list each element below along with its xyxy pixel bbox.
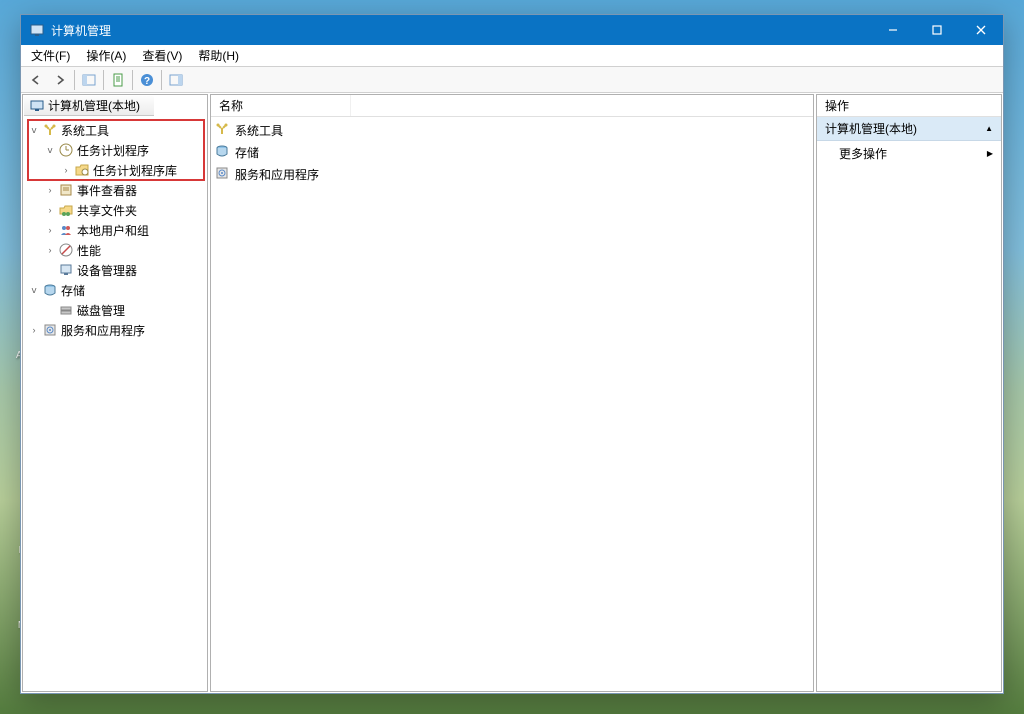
expander-icon[interactable]: ⅴ bbox=[27, 123, 41, 137]
node-label: 任务计划程序 bbox=[77, 142, 149, 159]
shared-folder-icon bbox=[58, 202, 74, 218]
show-hide-tree-button[interactable] bbox=[78, 69, 100, 91]
tree-node-local-users[interactable]: › 本地用户和组 bbox=[23, 220, 207, 240]
tree-node-performance[interactable]: › 性能 bbox=[23, 240, 207, 260]
properties-button[interactable] bbox=[107, 69, 129, 91]
performance-icon bbox=[58, 242, 74, 258]
tree-node-device-manager[interactable]: › 设备管理器 bbox=[23, 260, 207, 280]
tree-node-event-viewer[interactable]: › 事件查看器 bbox=[23, 180, 207, 200]
toolbar: ? bbox=[21, 67, 1003, 93]
tree-body: ⅴ 系统工具 ⅴ 任务计划程序 › 任务计划程序库 bbox=[23, 116, 207, 691]
node-label: 共享文件夹 bbox=[77, 202, 137, 219]
tools-icon bbox=[42, 122, 58, 138]
toolbar-separator bbox=[103, 70, 104, 90]
close-button[interactable] bbox=[959, 15, 1003, 45]
node-label: 服务和应用程序 bbox=[61, 322, 145, 339]
tree-pane: 计算机管理(本地) ⅴ 系统工具 ⅴ 任务计划程序 bbox=[22, 94, 208, 692]
tree-node-task-scheduler-library[interactable]: › 任务计划程序库 bbox=[23, 160, 207, 180]
toolbar-separator bbox=[132, 70, 133, 90]
node-label: 系统工具 bbox=[61, 122, 109, 139]
tree-node-shared-folders[interactable]: › 共享文件夹 bbox=[23, 200, 207, 220]
tree-root-label: 计算机管理(本地) bbox=[48, 97, 140, 114]
expander-icon[interactable]: › bbox=[43, 223, 57, 237]
list-item-system-tools[interactable]: 系统工具 bbox=[211, 119, 813, 141]
list-item-label: 存储 bbox=[235, 144, 259, 161]
node-label: 性能 bbox=[77, 242, 101, 259]
menubar: 文件(F) 操作(A) 查看(V) 帮助(H) bbox=[21, 45, 1003, 67]
expander-icon[interactable]: › bbox=[27, 323, 41, 337]
actions-group-label: 计算机管理(本地) bbox=[825, 120, 917, 137]
list-pane: 名称 系统工具 存储 服务和应用程序 bbox=[210, 94, 814, 692]
node-label: 任务计划程序库 bbox=[93, 162, 177, 179]
collapse-up-icon[interactable]: ▲ bbox=[985, 124, 993, 133]
expander-icon[interactable]: › bbox=[59, 163, 73, 177]
svg-text:?: ? bbox=[144, 76, 150, 87]
tools-icon bbox=[215, 122, 231, 138]
window-title: 计算机管理 bbox=[51, 22, 871, 39]
help-button[interactable]: ? bbox=[136, 69, 158, 91]
device-icon bbox=[58, 262, 74, 278]
actions-more[interactable]: 更多操作 ▶ bbox=[817, 141, 1001, 166]
actions-header: 操作 bbox=[817, 95, 1001, 117]
computer-icon bbox=[30, 99, 44, 113]
list-item-label: 系统工具 bbox=[235, 122, 283, 139]
tree-node-system-tools[interactable]: ⅴ 系统工具 bbox=[23, 120, 207, 140]
expander-icon[interactable]: › bbox=[43, 203, 57, 217]
content-area: 计算机管理(本地) ⅴ 系统工具 ⅴ 任务计划程序 bbox=[21, 93, 1003, 693]
node-label: 磁盘管理 bbox=[77, 302, 125, 319]
minimize-button[interactable] bbox=[871, 15, 915, 45]
expander-icon[interactable]: ⅴ bbox=[27, 283, 41, 297]
clock-icon bbox=[58, 142, 74, 158]
app-icon bbox=[29, 22, 45, 38]
tree-root-header[interactable]: 计算机管理(本地) bbox=[24, 96, 154, 116]
users-icon bbox=[58, 222, 74, 238]
node-label: 本地用户和组 bbox=[77, 222, 149, 239]
menu-file[interactable]: 文件(F) bbox=[23, 45, 78, 66]
submenu-arrow-icon: ▶ bbox=[987, 149, 993, 158]
toolbar-separator bbox=[161, 70, 162, 90]
list-item-services-apps[interactable]: 服务和应用程序 bbox=[211, 163, 813, 185]
back-button[interactable] bbox=[25, 69, 47, 91]
computer-management-window: 计算机管理 文件(F) 操作(A) 查看(V) 帮助(H) ? 计算机管理(本地… bbox=[20, 14, 1004, 694]
tree-node-storage[interactable]: ⅴ 存储 bbox=[23, 280, 207, 300]
tree-node-services-apps[interactable]: › 服务和应用程序 bbox=[23, 320, 207, 340]
list-item-storage[interactable]: 存储 bbox=[211, 141, 813, 163]
toolbar-separator bbox=[74, 70, 75, 90]
titlebar[interactable]: 计算机管理 bbox=[21, 15, 1003, 45]
services-icon bbox=[215, 166, 231, 182]
list-item-label: 服务和应用程序 bbox=[235, 166, 319, 183]
menu-action[interactable]: 操作(A) bbox=[78, 45, 134, 66]
storage-icon bbox=[215, 144, 231, 160]
menu-help[interactable]: 帮助(H) bbox=[190, 45, 247, 66]
column-name[interactable]: 名称 bbox=[211, 95, 351, 116]
expander-icon[interactable]: › bbox=[43, 183, 57, 197]
tree-node-disk-management[interactable]: › 磁盘管理 bbox=[23, 300, 207, 320]
services-icon bbox=[42, 322, 58, 338]
expander-icon[interactable]: › bbox=[43, 243, 57, 257]
expander-icon[interactable]: ⅴ bbox=[43, 143, 57, 157]
node-label: 设备管理器 bbox=[77, 262, 137, 279]
menu-view[interactable]: 查看(V) bbox=[134, 45, 190, 66]
event-icon bbox=[58, 182, 74, 198]
storage-icon bbox=[42, 282, 58, 298]
disk-icon bbox=[58, 302, 74, 318]
forward-button[interactable] bbox=[49, 69, 71, 91]
maximize-button[interactable] bbox=[915, 15, 959, 45]
tree-node-task-scheduler[interactable]: ⅴ 任务计划程序 bbox=[23, 140, 207, 160]
actions-more-label: 更多操作 bbox=[839, 145, 887, 162]
actions-group-title[interactable]: 计算机管理(本地) ▲ bbox=[817, 117, 1001, 141]
list-body: 系统工具 存储 服务和应用程序 bbox=[211, 117, 813, 691]
show-hide-action-pane-button[interactable] bbox=[165, 69, 187, 91]
node-label: 存储 bbox=[61, 282, 85, 299]
folder-clock-icon bbox=[74, 162, 90, 178]
actions-pane: 操作 计算机管理(本地) ▲ 更多操作 ▶ bbox=[816, 94, 1002, 692]
list-header: 名称 bbox=[211, 95, 813, 117]
node-label: 事件查看器 bbox=[77, 182, 137, 199]
